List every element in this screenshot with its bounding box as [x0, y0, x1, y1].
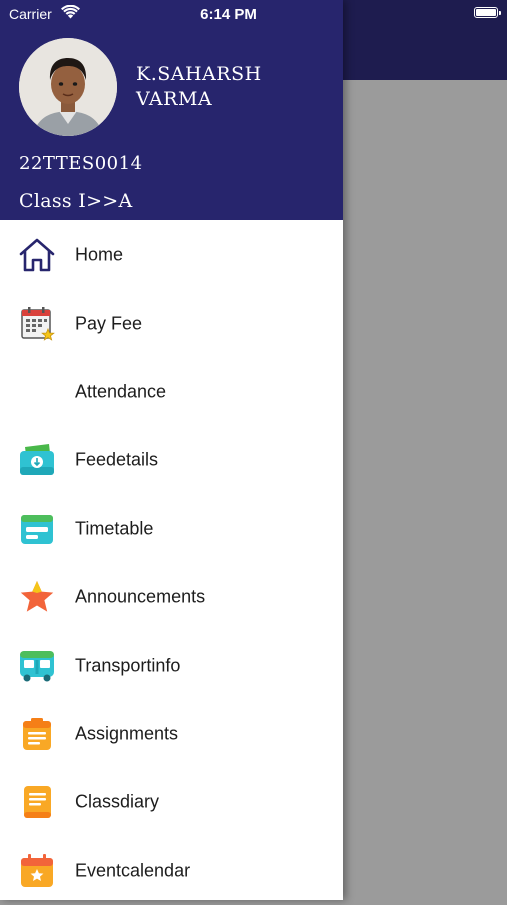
- student-photo-icon: [19, 38, 117, 136]
- menu-label: Timetable: [75, 518, 154, 539]
- clock: 6:14 PM: [200, 6, 257, 23]
- star-icon: [20, 581, 54, 612]
- money-icon: [20, 444, 54, 476]
- status-bar: Carrier 6:14 PM: [0, 0, 507, 28]
- avatar: [19, 38, 117, 136]
- menu-item-announcements[interactable]: Announcements: [0, 563, 343, 631]
- menu-item-classdiary[interactable]: Classdiary: [0, 768, 343, 836]
- class-section: Class I>>A: [19, 190, 133, 212]
- menu-item-eventcalendar[interactable]: Eventcalendar: [0, 837, 343, 905]
- menu-item-attendance[interactable]: Attendance: [0, 358, 343, 426]
- menu-item-pay-fee[interactable]: Pay Fee: [0, 289, 343, 357]
- drawer-menu: Home Pay Fee Attendance Feedetails Timet…: [0, 221, 343, 905]
- menu-label: Home: [75, 244, 124, 265]
- menu-label: Assignments: [75, 723, 179, 744]
- bus-icon: [20, 650, 54, 682]
- menu-label: Eventcalendar: [75, 860, 191, 881]
- dimmed-content-overlay[interactable]: [343, 80, 507, 900]
- menu-item-transportinfo[interactable]: Transportinfo: [0, 631, 343, 699]
- menu-item-home[interactable]: Home: [0, 221, 343, 289]
- calendar-fee-icon: [21, 306, 55, 341]
- navigation-drawer: K.SAHARSH VARMA 22TTES0014 Class I>>A Ho…: [0, 0, 343, 900]
- menu-label: Pay Fee: [75, 313, 143, 334]
- menu-label: Announcements: [75, 586, 206, 607]
- assignment-icon: [23, 717, 51, 750]
- menu-item-assignments[interactable]: Assignments: [0, 700, 343, 768]
- admission-number: 22TTES0014: [19, 153, 143, 174]
- timetable-icon: [21, 514, 53, 544]
- student-name: K.SAHARSH VARMA: [136, 63, 262, 110]
- menu-item-feedetails[interactable]: Feedetails: [0, 426, 343, 494]
- home-icon: [19, 238, 55, 272]
- profile-header: K.SAHARSH VARMA 22TTES0014 Class I>>A: [0, 0, 343, 220]
- event-calendar-icon: [21, 853, 53, 887]
- menu-item-timetable[interactable]: Timetable: [0, 495, 343, 563]
- diary-icon: [24, 786, 51, 819]
- menu-label: Attendance: [75, 381, 167, 402]
- menu-label: Feedetails: [75, 449, 159, 470]
- menu-label: Classdiary: [75, 791, 160, 812]
- menu-label: Transportinfo: [75, 655, 181, 676]
- battery-icon: [474, 7, 501, 18]
